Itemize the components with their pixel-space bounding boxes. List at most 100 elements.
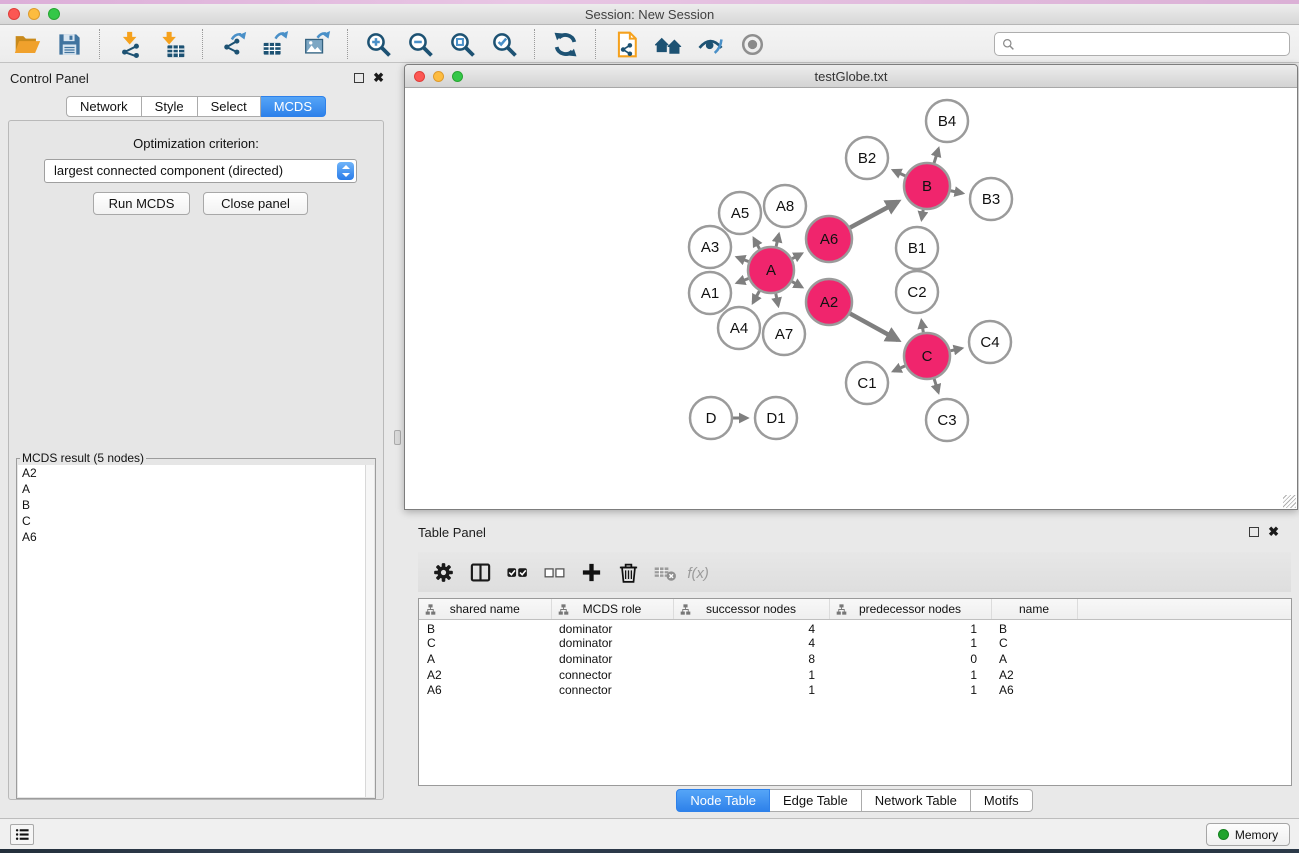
resize-grip-icon[interactable] <box>1283 495 1296 508</box>
gear-button[interactable] <box>425 556 462 588</box>
tab-style[interactable]: Style <box>142 96 198 117</box>
columns-button[interactable] <box>462 556 499 588</box>
table-cell[interactable]: dominator <box>551 636 673 652</box>
node-C3[interactable]: C3 <box>926 399 968 441</box>
result-item[interactable]: A <box>18 481 374 497</box>
column-header-name[interactable]: name <box>991 599 1077 619</box>
node-A4[interactable]: A4 <box>718 307 760 349</box>
node-A1[interactable]: A1 <box>689 272 731 314</box>
node-C2[interactable]: C2 <box>896 271 938 313</box>
table-row[interactable]: A2connector11A2 <box>419 667 1291 683</box>
criterion-dropdown[interactable]: largest connected component (directed) <box>44 159 357 183</box>
table-cell[interactable]: 0 <box>829 651 991 667</box>
table-cell[interactable]: dominator <box>551 651 673 667</box>
divider-grip[interactable] <box>394 430 401 445</box>
node-D1[interactable]: D1 <box>755 397 797 439</box>
table-cell[interactable]: 1 <box>673 667 829 683</box>
table-cell[interactable]: B <box>419 619 551 636</box>
memory-button[interactable]: Memory <box>1206 823 1290 846</box>
edge-B-B2[interactable] <box>893 170 905 176</box>
edge-C-C2[interactable] <box>921 321 923 333</box>
tab-node-table[interactable]: Node Table <box>676 789 770 812</box>
table-cell[interactable]: 4 <box>673 636 829 652</box>
table-row[interactable]: A6connector11A6 <box>419 683 1291 699</box>
edge-A-A5[interactable] <box>754 238 760 248</box>
task-history-button[interactable] <box>10 824 34 845</box>
table-close-panel-icon[interactable]: ✖ <box>1268 526 1279 537</box>
tab-motifs[interactable]: Motifs <box>971 789 1033 812</box>
edge-B-B4[interactable] <box>934 149 938 163</box>
table-cell[interactable]: 8 <box>673 651 829 667</box>
table-cell[interactable]: dominator <box>551 619 673 636</box>
float-panel-icon[interactable] <box>354 73 364 83</box>
node-A6[interactable]: A6 <box>806 216 852 262</box>
table-cell[interactable]: A <box>419 651 551 667</box>
export-image-button[interactable] <box>296 27 338 61</box>
table-cell[interactable]: 1 <box>829 683 991 699</box>
result-item[interactable]: A2 <box>18 465 374 481</box>
result-item[interactable]: A6 <box>18 529 374 545</box>
node-A2[interactable]: A2 <box>806 279 852 325</box>
table-cell[interactable]: 1 <box>829 619 991 636</box>
node-B4[interactable]: B4 <box>926 100 968 142</box>
edge-A-A3[interactable] <box>737 257 748 261</box>
table-row[interactable]: Adominator80A <box>419 651 1291 667</box>
edge-C-C3[interactable] <box>934 379 938 392</box>
zoom-in-button[interactable] <box>357 27 399 61</box>
column-header-mcds-role[interactable]: MCDS role <box>551 599 673 619</box>
edge-B-B1[interactable] <box>922 210 924 220</box>
table-cell[interactable]: 4 <box>673 619 829 636</box>
edge-A-A1[interactable] <box>737 278 748 282</box>
open-folder-button[interactable] <box>6 27 48 61</box>
column-header-successor-nodes[interactable]: successor nodes <box>673 599 829 619</box>
save-button[interactable] <box>48 27 90 61</box>
zoom-selected-button[interactable] <box>483 27 525 61</box>
edge-C-C1[interactable] <box>893 366 905 371</box>
table-cell[interactable]: C <box>419 636 551 652</box>
table-cell[interactable]: A6 <box>991 683 1077 699</box>
search-field[interactable] <box>994 32 1290 56</box>
select-all-button[interactable] <box>499 556 536 588</box>
table-cell[interactable]: C <box>991 636 1077 652</box>
home-button[interactable] <box>647 27 689 61</box>
edge-A-A8[interactable] <box>776 234 779 246</box>
close-panel-icon[interactable]: ✖ <box>373 72 384 83</box>
node-A5[interactable]: A5 <box>719 192 761 234</box>
add-button[interactable] <box>573 556 610 588</box>
network-canvas[interactable]: B4B2BB3A8A5A6A3B1AC2A1A2A4A7C4CC1C3DD1 <box>405 88 1297 509</box>
unselect-all-button[interactable] <box>536 556 573 588</box>
edge-A-A4[interactable] <box>753 291 759 303</box>
delete-button[interactable] <box>610 556 647 588</box>
node-C[interactable]: C <box>904 333 950 379</box>
edge-A-A2[interactable] <box>792 282 802 287</box>
table-cell[interactable]: A6 <box>419 683 551 699</box>
session-file-button[interactable] <box>605 27 647 61</box>
table-cell[interactable]: 1 <box>829 667 991 683</box>
export-table-button[interactable] <box>254 27 296 61</box>
node-B[interactable]: B <box>904 163 950 209</box>
node-B1[interactable]: B1 <box>896 227 938 269</box>
table-cell[interactable]: A <box>991 651 1077 667</box>
result-item[interactable]: C <box>18 513 374 529</box>
node-A7[interactable]: A7 <box>763 313 805 355</box>
node-B3[interactable]: B3 <box>970 178 1012 220</box>
zoom-actual-button[interactable] <box>441 27 483 61</box>
node-A[interactable]: A <box>748 247 794 293</box>
node-C1[interactable]: C1 <box>846 362 888 404</box>
edge-A6-B[interactable] <box>850 202 898 228</box>
table-cell[interactable]: connector <box>551 667 673 683</box>
network-window-titlebar[interactable]: testGlobe.txt <box>405 65 1297 88</box>
tab-select[interactable]: Select <box>198 96 261 117</box>
node-A8[interactable]: A8 <box>764 185 806 227</box>
tab-mcds[interactable]: MCDS <box>261 96 326 117</box>
edge-A2-C[interactable] <box>850 314 898 340</box>
eye-button[interactable] <box>731 27 773 61</box>
edge-C-C4[interactable] <box>950 348 961 351</box>
tab-network[interactable]: Network <box>66 96 142 117</box>
table-float-panel-icon[interactable] <box>1249 527 1259 537</box>
visibility-button[interactable] <box>689 27 731 61</box>
close-panel-button[interactable]: Close panel <box>203 192 308 215</box>
table-cell[interactable]: 1 <box>673 683 829 699</box>
table-cell[interactable]: B <box>991 619 1077 636</box>
refresh-button[interactable] <box>544 27 586 61</box>
